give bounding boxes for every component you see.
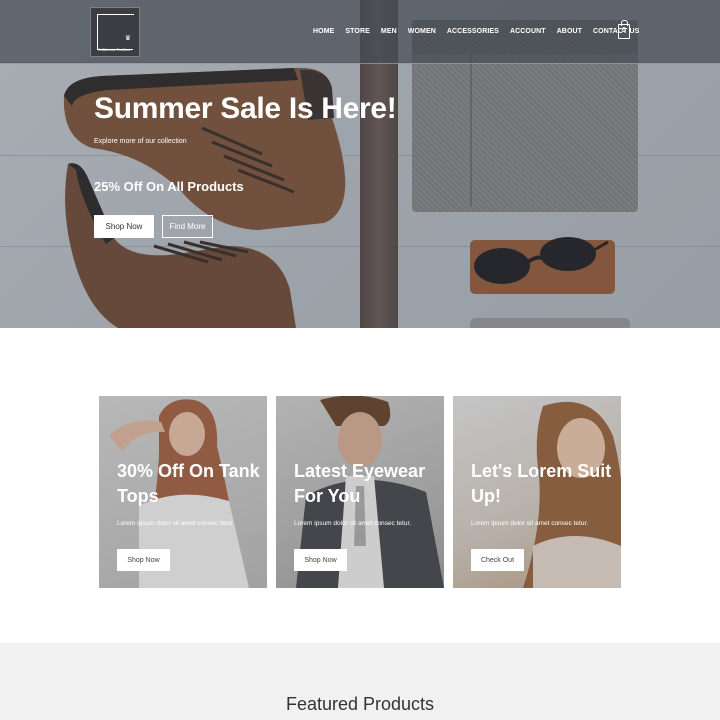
shop-now-button[interactable]: Shop Now bbox=[117, 549, 170, 571]
nav-item-store[interactable]: STORE bbox=[345, 28, 370, 35]
promo-title: Latest Eyewear For You bbox=[294, 461, 426, 506]
featured-products-section: Featured Products bbox=[0, 643, 720, 720]
promo-text: Lorem ipsum dolor sit amet consec tetur. bbox=[117, 520, 235, 527]
find-more-button[interactable]: Find More bbox=[162, 215, 213, 238]
nav-item-accessories[interactable]: ACCESSORIES bbox=[447, 28, 499, 35]
crown-icon: ♛ bbox=[124, 35, 131, 42]
navbar: ♛ California Fashion HOME STORE MEN WOME… bbox=[0, 0, 720, 64]
promo-title: Let's Lorem Suit Up! bbox=[471, 461, 612, 506]
promo-title: 30% Off On Tank Tops bbox=[117, 461, 260, 506]
promo-card-eyewear: Latest Eyewear For You Lorem ipsum dolor… bbox=[276, 396, 444, 588]
nav-item-about[interactable]: ABOUT bbox=[557, 28, 582, 35]
nav-item-men[interactable]: MEN bbox=[381, 28, 397, 35]
hero-title: Summer Sale Is Here! bbox=[94, 92, 397, 125]
main-nav: HOME STORE MEN WOMEN ACCESSORIES ACCOUNT… bbox=[313, 28, 650, 35]
logo-text: California Fashion bbox=[98, 48, 131, 52]
section-title: Featured Products bbox=[285, 694, 435, 714]
promo-card-suit-up: Let's Lorem Suit Up! Lorem ipsum dolor s… bbox=[453, 396, 621, 588]
brand-logo[interactable]: ♛ California Fashion bbox=[90, 7, 140, 57]
hero-offer: 25% Off On All Products bbox=[94, 179, 244, 194]
shopping-bag-icon[interactable]: 0 bbox=[618, 20, 630, 39]
logo-frame bbox=[97, 14, 134, 50]
nav-item-home[interactable]: HOME bbox=[313, 28, 334, 35]
check-out-button[interactable]: Check Out bbox=[471, 549, 524, 571]
hero-subtitle: Explore more of our collection bbox=[94, 138, 187, 145]
promo-text: Lorem ipsum dolor sit amet consec tetur. bbox=[294, 520, 412, 527]
nav-item-account[interactable]: ACCOUNT bbox=[510, 28, 546, 35]
promo-text: Lorem ipsum dolor sit amet consec tetur. bbox=[471, 520, 589, 527]
nav-item-contact-us[interactable]: CONTACT US bbox=[593, 28, 639, 35]
nav-item-women[interactable]: WOMEN bbox=[408, 28, 436, 35]
shop-now-button[interactable]: Shop Now bbox=[294, 549, 347, 571]
shop-now-button[interactable]: Shop Now bbox=[94, 215, 154, 238]
promo-card-tank-tops: 30% Off On Tank Tops Lorem ipsum dolor s… bbox=[99, 396, 267, 588]
cart-count: 0 bbox=[622, 27, 626, 34]
